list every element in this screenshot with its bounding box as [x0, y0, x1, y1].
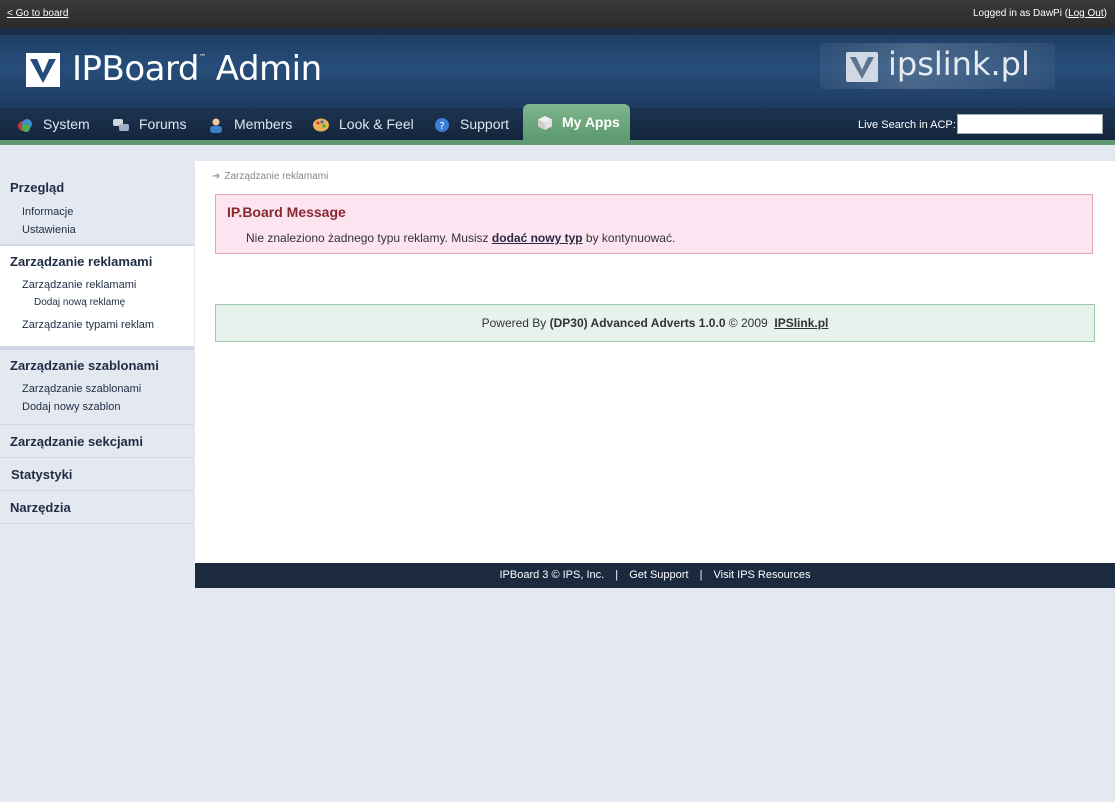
powered-product: (DP30) Advanced Adverts 1.0.0 — [549, 316, 726, 330]
sidebar-heading-ads[interactable]: Zarządzanie reklamami — [0, 246, 194, 274]
look-feel-icon — [313, 118, 329, 132]
logo-trademark: ™ — [198, 53, 206, 61]
breadcrumb-arrow-icon: ➜ — [212, 171, 221, 182]
tab-look-feel-label: Look & Feel — [339, 116, 414, 132]
add-new-type-link[interactable]: dodać nowy typ — [492, 231, 583, 245]
sidebar: Przegląd Informacje Ustawienia Zarządzan… — [0, 171, 194, 524]
message-title: IP.Board Message — [227, 204, 346, 220]
breadcrumb-item[interactable]: Zarządzanie reklamami — [224, 171, 328, 182]
partner-logo-text: ipslink.pl — [888, 45, 1030, 83]
sidebar-item-ad-types[interactable]: Zarządzanie typami reklam — [0, 316, 194, 334]
ipslink-link[interactable]: IPSlink.pl — [774, 316, 828, 330]
sidebar-section-stats: Statystyki — [0, 458, 194, 491]
logo-admin: Admin — [215, 49, 322, 89]
footer-visit-resources-link[interactable]: Visit IPS Resources — [714, 569, 811, 581]
tab-forums-label: Forums — [139, 116, 187, 132]
breadcrumb: ➜ Zarządzanie reklamami — [212, 171, 328, 182]
powered-prefix: Powered By — [481, 316, 550, 330]
sidebar-heading-sections[interactable]: Zarządzanie sekcjami — [0, 425, 194, 449]
tab-my-apps[interactable]: My Apps — [523, 104, 630, 140]
top-bar: < Go to board Logged in as DawPi (Log Ou… — [0, 0, 1115, 28]
sidebar-section-templates: Zarządzanie szablonami Zarządzanie szabl… — [0, 347, 194, 425]
logged-in-prefix: Logged in as — [972, 8, 1031, 19]
powered-middle: © 2009 — [725, 316, 775, 330]
sidebar-heading-templates[interactable]: Zarządzanie szablonami — [0, 350, 194, 378]
header-banner: IPBoard™ Admin ipslink.pl — [0, 28, 1115, 108]
message-text-before: Nie znaleziono żadnego typu reklamy. Mus… — [246, 231, 492, 245]
sidebar-heading-tools[interactable]: Narzędzia — [0, 491, 194, 515]
main-navigation: System Forums Members Look & Feel ? Supp… — [0, 104, 1115, 140]
sidebar-heading-overview[interactable]: Przegląd — [0, 171, 194, 200]
tab-forums[interactable]: Forums — [113, 108, 193, 140]
tab-system[interactable]: System — [17, 108, 97, 140]
sidebar-item-ustawienia[interactable]: Ustawienia — [0, 221, 194, 239]
live-search-label: Live Search in ACP: — [858, 119, 956, 131]
svg-text:?: ? — [439, 121, 444, 132]
partner-logo: ipslink.pl — [820, 43, 1055, 89]
username: DawPi — [1033, 8, 1062, 19]
main-content: ➜ Zarządzanie reklamami IP.Board Message … — [195, 161, 1115, 563]
footer-copyright: IPBoard 3 © IPS, Inc. — [499, 569, 605, 581]
footer-separator: | — [615, 569, 619, 581]
tab-members-label: Members — [234, 116, 293, 132]
sidebar-item-add-template[interactable]: Dodaj nowy szablon — [0, 398, 194, 416]
app-logo-text: IPBoard™ Admin — [72, 49, 322, 89]
ipslink-logo-icon — [846, 52, 878, 82]
sidebar-section-tools: Narzędzia — [0, 491, 194, 524]
tab-support[interactable]: ? Support — [434, 108, 514, 140]
tab-members[interactable]: Members — [208, 108, 293, 140]
logo-ipboard: IPBoard — [72, 49, 199, 89]
nav-accent-strip — [0, 140, 1115, 145]
support-icon: ? — [435, 118, 449, 132]
sidebar-heading-stats[interactable]: Statystyki — [0, 458, 194, 482]
go-to-board-link[interactable]: < Go to board — [7, 8, 68, 19]
powered-by-box: Powered By (DP30) Advanced Adverts 1.0.0… — [215, 304, 1095, 342]
message-box: IP.Board Message Nie znaleziono żadnego … — [215, 194, 1093, 254]
logged-in-status: Logged in as DawPi (Log Out) — [972, 8, 1107, 19]
sidebar-item-informacje[interactable]: Informacje — [0, 203, 194, 221]
footer-get-support-link[interactable]: Get Support — [629, 569, 688, 581]
sidebar-item-add-ad[interactable]: Dodaj nową reklamę — [0, 294, 194, 316]
message-text-after: by kontynuować. — [582, 231, 676, 245]
sidebar-item-manage-ads[interactable]: Zarządzanie reklamami — [0, 276, 194, 294]
ipboard-logo-icon — [26, 53, 60, 87]
my-apps-icon — [538, 116, 552, 130]
members-icon — [210, 118, 222, 133]
tab-my-apps-label: My Apps — [562, 114, 620, 130]
message-text: Nie znaleziono żadnego typu reklamy. Mus… — [246, 231, 675, 245]
tab-support-label: Support — [460, 116, 510, 132]
sidebar-section-sections: Zarządzanie sekcjami — [0, 425, 194, 458]
sidebar-section-ads: Zarządzanie reklamami Zarządzanie reklam… — [0, 245, 194, 347]
sidebar-section-overview: Przegląd Informacje Ustawienia — [0, 171, 194, 245]
sidebar-item-manage-templates[interactable]: Zarządzanie szablonami — [0, 380, 194, 398]
tab-system-label: System — [43, 116, 90, 132]
footer: IPBoard 3 © IPS, Inc. | Get Support | Vi… — [195, 563, 1115, 588]
logout-link[interactable]: Log Out — [1068, 8, 1104, 19]
footer-separator: | — [699, 569, 703, 581]
system-icon — [18, 119, 32, 132]
live-search-input[interactable] — [957, 114, 1103, 134]
tab-look-feel[interactable]: Look & Feel — [313, 108, 414, 140]
forums-icon — [113, 119, 129, 131]
